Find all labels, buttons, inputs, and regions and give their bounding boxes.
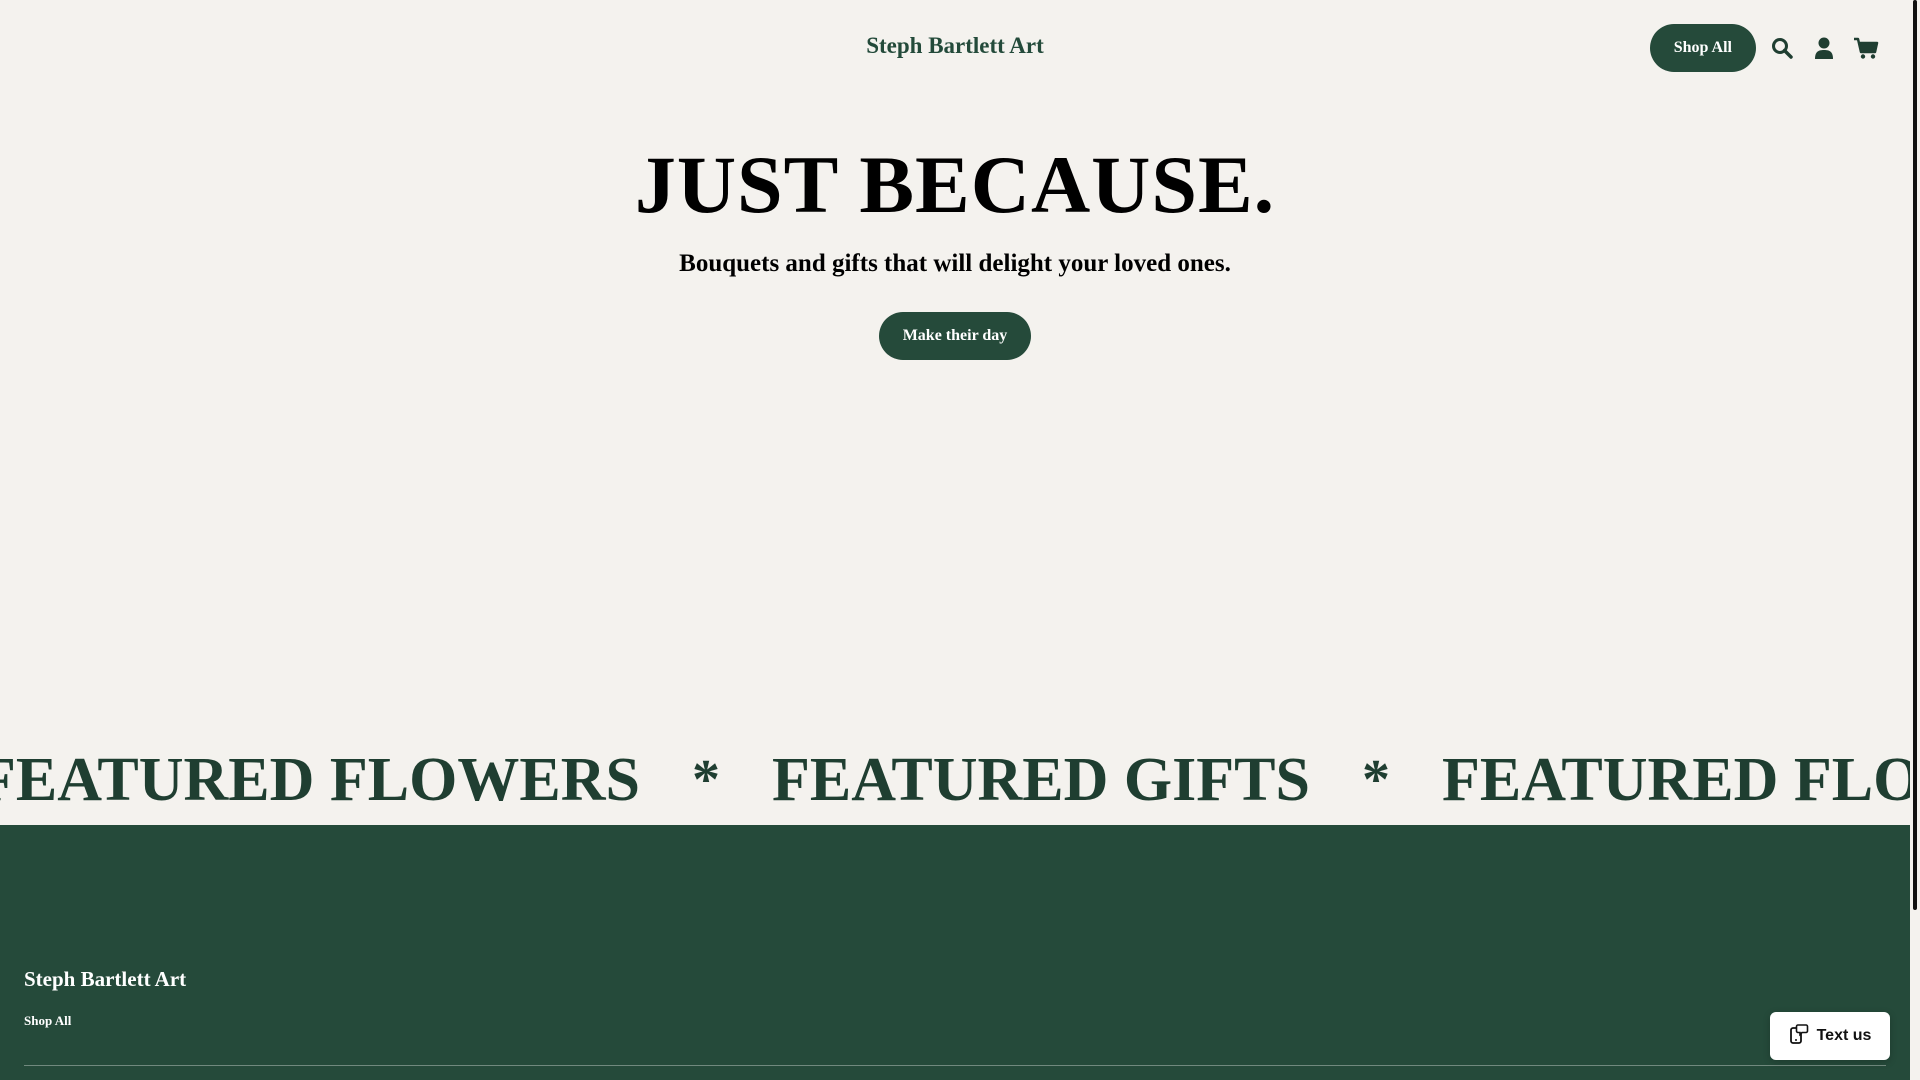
- hero-section: JUST BECAUSE. Bouquets and gifts that wi…: [0, 139, 1910, 361]
- page: Steph Bartlett Art Shop All JUST BECAUSE…: [0, 0, 1920, 1080]
- shop-all-button[interactable]: Shop All: [1649, 24, 1756, 72]
- hero-subtitle: Bouquets and gifts that will delight you…: [679, 250, 1231, 278]
- text-us-label: Text us: [1816, 1027, 1872, 1044]
- search-icon[interactable]: [1766, 32, 1798, 64]
- text-us-button[interactable]: Text us: [1770, 1012, 1890, 1060]
- marquee-item-featured-gifts[interactable]: FEATURED GIFTS: [772, 735, 1310, 825]
- page-scrollbar[interactable]: [1910, 0, 1920, 1080]
- make-their-day-button[interactable]: Make their day: [878, 312, 1032, 361]
- footer-brand: Steph Bartlett Art: [24, 967, 187, 991]
- marquee-item-featured-flowers[interactable]: FEATURED FLOWERS: [1442, 735, 1910, 825]
- marquee-separator: *: [1362, 749, 1390, 811]
- site-header: Steph Bartlett Art Shop All: [0, 0, 1910, 96]
- phone-message-icon: [1789, 1023, 1809, 1050]
- marquee-track: FEATURED FLOWERS * FEATURED GIFTS * FEAT…: [0, 735, 1910, 825]
- account-icon[interactable]: [1808, 32, 1840, 64]
- marquee-separator: *: [692, 749, 720, 811]
- marquee-item-featured-flowers[interactable]: FEATURED FLOWERS: [0, 735, 640, 825]
- footer-divider: [24, 1065, 1886, 1066]
- cart-icon[interactable]: [1850, 32, 1882, 64]
- hero-title: JUST BECAUSE.: [634, 139, 1276, 230]
- featured-marquee: FEATURED FLOWERS * FEATURED GIFTS * FEAT…: [0, 735, 1910, 825]
- scrollbar-thumb[interactable]: [1913, 0, 1917, 910]
- site-footer: Steph Bartlett Art Shop All: [0, 825, 1910, 1080]
- brand-logo-link[interactable]: Steph Bartlett Art: [0, 33, 1910, 59]
- header-actions: Shop All: [1649, 24, 1882, 72]
- footer-link-shop-all[interactable]: Shop All: [24, 1013, 71, 1029]
